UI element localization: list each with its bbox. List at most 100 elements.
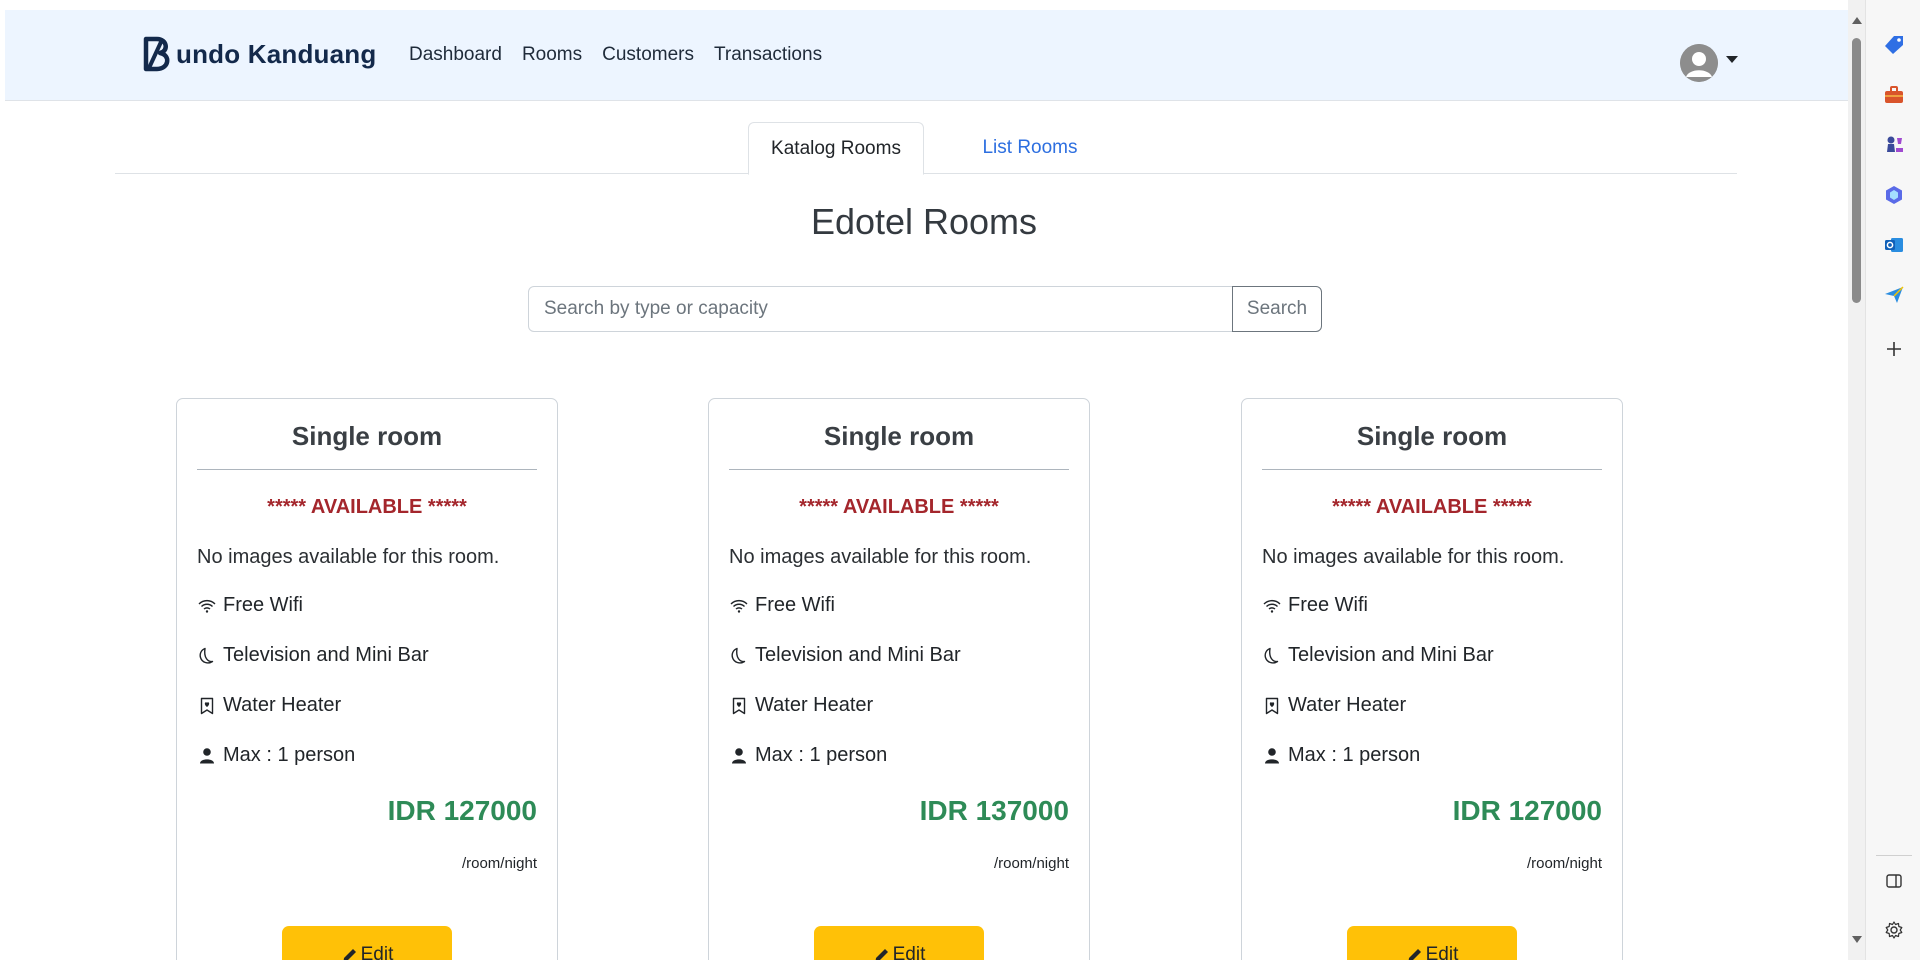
wifi-icon	[1262, 596, 1282, 616]
wifi-icon	[197, 596, 217, 616]
pencil-icon	[343, 949, 356, 960]
feature-heater: Water Heater	[1262, 694, 1406, 717]
feature-label: Television and Mini Bar	[1288, 644, 1494, 666]
price-unit: /room/night	[461, 855, 537, 872]
nav-rooms[interactable]: Rooms	[522, 44, 582, 66]
feature-label: Television and Mini Bar	[755, 644, 961, 666]
brand[interactable]: undo Kanduang	[141, 34, 376, 74]
tag-icon[interactable]	[1882, 33, 1906, 57]
briefcase-icon[interactable]	[1882, 83, 1906, 107]
tab-list-rooms[interactable]: List Rooms	[965, 122, 1095, 174]
divider	[729, 469, 1069, 470]
nav-transactions[interactable]: Transactions	[714, 44, 822, 66]
nav-dashboard[interactable]: Dashboard	[409, 44, 502, 66]
edit-button[interactable]: Edit	[814, 926, 984, 960]
room-title: Single room	[291, 421, 443, 451]
copilot-icon[interactable]	[1882, 183, 1906, 207]
room-card: Single room ***** AVAILABLE ***** No ima…	[176, 398, 558, 960]
feature-capacity: Max : 1 person	[197, 744, 355, 767]
add-icon[interactable]	[1882, 337, 1906, 361]
divider	[197, 469, 537, 470]
feature-capacity: Max : 1 person	[1262, 744, 1420, 767]
feature-label: Water Heater	[223, 694, 342, 716]
no-images-text: No images available for this room.	[729, 546, 1032, 568]
edit-button[interactable]: Edit	[282, 926, 452, 960]
room-card: Single room ***** AVAILABLE ***** No ima…	[708, 398, 1090, 960]
caret-down-icon	[1726, 55, 1738, 63]
navbar: undo Kanduang Dashboard Rooms Customers …	[5, 10, 1848, 101]
feature-heater: Water Heater	[729, 694, 873, 717]
page: undo Kanduang Dashboard Rooms Customers …	[0, 0, 1848, 960]
price-unit: /room/night	[1526, 855, 1602, 872]
feature-capacity: Max : 1 person	[729, 744, 887, 767]
moon-icon	[1262, 646, 1282, 666]
page-title: Edotel Rooms	[810, 201, 1038, 242]
bookmark-heart-icon	[197, 696, 217, 716]
pencil-icon	[1408, 949, 1421, 960]
search-group: Search	[528, 286, 1322, 332]
scroll-up-icon[interactable]	[1852, 17, 1862, 24]
outlook-icon[interactable]	[1882, 233, 1906, 257]
feature-tv: Television and Mini Bar	[729, 644, 961, 667]
feature-label: Max : 1 person	[223, 744, 356, 766]
bookmark-heart-icon	[729, 696, 749, 716]
chess-icon[interactable]	[1882, 133, 1906, 157]
brand-name: undo Kanduang	[176, 38, 377, 69]
divider	[1262, 469, 1602, 470]
nav-links: Dashboard Rooms Customers Transactions	[409, 44, 822, 66]
edit-label: Edit	[1425, 944, 1459, 960]
send-icon[interactable]	[1882, 283, 1906, 307]
no-images-text: No images available for this room.	[1262, 546, 1565, 568]
nav-customers[interactable]: Customers	[602, 44, 694, 66]
user-avatar-icon	[1680, 44, 1718, 82]
panel-icon[interactable]	[1882, 869, 1906, 893]
edit-button[interactable]: Edit	[1347, 926, 1517, 960]
feature-label: Free Wifi	[755, 594, 835, 616]
room-status: ***** AVAILABLE *****	[1332, 496, 1532, 518]
person-icon	[1262, 746, 1282, 766]
feature-heater: Water Heater	[197, 694, 341, 717]
sidebar-divider	[1876, 855, 1912, 856]
user-menu[interactable]	[1680, 44, 1738, 82]
scroll-down-icon[interactable]	[1852, 936, 1862, 943]
feature-wifi: Free Wifi	[729, 594, 835, 617]
room-status: ***** AVAILABLE *****	[267, 496, 467, 518]
tab-katalog-rooms[interactable]: Katalog Rooms	[748, 122, 924, 175]
person-icon	[197, 746, 217, 766]
settings-icon[interactable]	[1882, 918, 1906, 942]
feature-label: Water Heater	[755, 694, 874, 716]
feature-label: Free Wifi	[223, 594, 303, 616]
feature-label: Free Wifi	[1288, 594, 1368, 616]
search-button[interactable]: Search	[1232, 286, 1322, 332]
feature-label: Television and Mini Bar	[223, 644, 429, 666]
moon-icon	[197, 646, 217, 666]
vertical-scrollbar[interactable]	[1848, 0, 1865, 960]
room-title: Single room	[1356, 421, 1508, 451]
room-card: Single room ***** AVAILABLE ***** No ima…	[1241, 398, 1623, 960]
no-images-text: No images available for this room.	[197, 546, 500, 568]
feature-tv: Television and Mini Bar	[197, 644, 429, 667]
feature-label: Max : 1 person	[1288, 744, 1421, 766]
edit-label: Edit	[360, 944, 394, 960]
price-unit: /room/night	[993, 855, 1069, 872]
feature-wifi: Free Wifi	[1262, 594, 1368, 617]
room-price: IDR 127000	[387, 795, 537, 826]
wifi-icon	[729, 596, 749, 616]
room-price: IDR 137000	[919, 795, 1069, 826]
feature-tv: Television and Mini Bar	[1262, 644, 1494, 667]
feature-wifi: Free Wifi	[197, 594, 303, 617]
room-title: Single room	[823, 421, 975, 451]
room-price: IDR 127000	[1452, 795, 1602, 826]
feature-label: Water Heater	[1288, 694, 1407, 716]
moon-icon	[729, 646, 749, 666]
brand-logo-icon	[143, 36, 170, 72]
pencil-icon	[875, 949, 888, 960]
tabs: Katalog Rooms List Rooms	[115, 122, 1737, 175]
bookmark-heart-icon	[1262, 696, 1282, 716]
scroll-thumb[interactable]	[1852, 38, 1861, 303]
room-status: ***** AVAILABLE *****	[799, 496, 999, 518]
search-input[interactable]	[528, 286, 1233, 332]
edit-label: Edit	[892, 944, 926, 960]
person-icon	[729, 746, 749, 766]
browser-sidebar	[1865, 0, 1920, 960]
